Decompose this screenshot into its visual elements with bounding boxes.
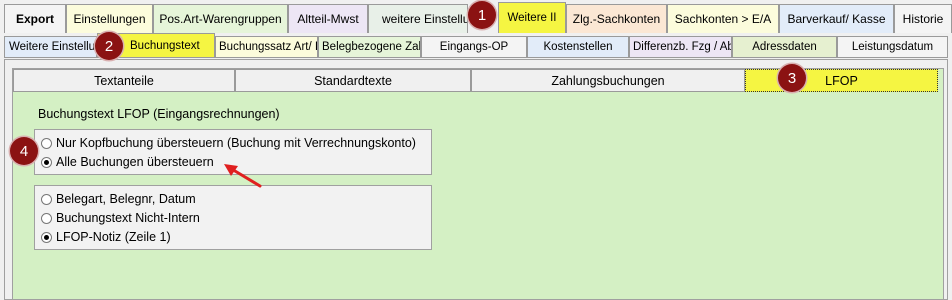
radio-button[interactable]	[41, 212, 52, 224]
radio-button[interactable]	[41, 193, 52, 205]
tab-label: Weitere Einstellu	[9, 41, 96, 53]
radio-label: LFOP-Notiz (Zeile 1)	[56, 230, 171, 244]
tab-differenzb[interactable]: Differenzb. Fzg / Ab	[629, 36, 732, 58]
tab-eingangs-op[interactable]: Eingangs-OP	[421, 36, 527, 58]
tab-label: Leistungsdatum	[851, 41, 934, 53]
subtab-textanteile[interactable]: Textanteile	[13, 69, 235, 92]
callout-badge-2: 2	[95, 32, 123, 60]
tab-label: Adressdaten	[752, 41, 817, 53]
tab-weitere-ii[interactable]: Weitere II	[498, 2, 566, 33]
tab-altteil-mwst[interactable]: Altteil-Mwst	[288, 4, 368, 33]
tab-adressdaten[interactable]: Adressdaten	[732, 36, 837, 58]
tab-zlg-sachkonten[interactable]: Zlg.-Sachkonten	[566, 4, 667, 33]
tab-barverkauf-kasse[interactable]: Barverkauf/ Kasse	[779, 4, 894, 33]
callout-badge-3: 3	[778, 64, 806, 92]
radio-buchungstext-nicht-intern[interactable]: Buchungstext Nicht-Intern	[41, 211, 200, 225]
radio-belegart[interactable]: Belegart, Belegnr, Datum	[41, 192, 196, 206]
tab-einstellungen[interactable]: Einstellungen	[66, 4, 153, 33]
radio-lfop-notiz[interactable]: LFOP-Notiz (Zeile 1)	[41, 230, 171, 244]
radio-label: Nur Kopfbuchung übersteuern (Buchung mit…	[56, 136, 416, 150]
tab-sachkonten-ea[interactable]: Sachkonten > E/A	[667, 4, 779, 33]
section-title: Buchungstext LFOP (Eingangsrechnungen)	[38, 107, 280, 121]
tab-weitere-einstellungen-2[interactable]: Weitere Einstellu	[4, 36, 97, 58]
tab-export[interactable]: Export	[4, 4, 66, 33]
subtab-zahlungsbuchungen[interactable]: Zahlungsbuchungen	[471, 69, 745, 92]
sub-tab-bar: Weitere Einstellu Buchungstext Buchungss…	[0, 33, 952, 59]
tab-belegbezogene[interactable]: Belegbezogene Zah	[318, 36, 421, 58]
buchungstext-panel	[12, 68, 944, 300]
radio-label: Buchungstext Nicht-Intern	[56, 211, 200, 225]
callout-badge-4: 4	[10, 137, 38, 165]
tab-label: Kostenstellen	[543, 41, 613, 53]
radio-label: Alle Buchungen übersteuern	[56, 155, 214, 169]
radio-button-checked[interactable]	[41, 231, 52, 243]
tab-leistungsdatum[interactable]: Leistungsdatum	[837, 36, 948, 58]
tab-label: Buchungssatz Art/ Ir	[219, 41, 317, 53]
tab-label: Belegbezogene Zah	[322, 41, 420, 53]
tab-kostenstellen[interactable]: Kostenstellen	[527, 36, 629, 58]
callout-badge-1: 1	[468, 1, 496, 29]
tab-weitere-einstellungen[interactable]: weitere Einstellun	[368, 4, 468, 33]
radio-label: Belegart, Belegnr, Datum	[56, 192, 196, 206]
tab-buchungssatz[interactable]: Buchungssatz Art/ Ir	[215, 36, 318, 58]
subtab-standardtexte[interactable]: Standardtexte	[235, 69, 471, 92]
tab-label: Buchungstext	[130, 39, 200, 52]
subtab-lfop[interactable]: LFOP	[745, 69, 938, 92]
tab-label: Eingangs-OP	[439, 41, 509, 53]
radio-button[interactable]	[41, 137, 52, 149]
radio-nur-kopfbuchung[interactable]: Nur Kopfbuchung übersteuern (Buchung mit…	[41, 136, 416, 150]
tab-label: Differenzb. Fzg / Ab	[633, 41, 731, 53]
arrow-icon	[224, 164, 262, 188]
radio-button-checked[interactable]	[41, 156, 52, 168]
radio-alle-buchungen[interactable]: Alle Buchungen übersteuern	[41, 155, 214, 169]
tab-historie[interactable]: Historie	[894, 4, 952, 33]
tab-pos-art-warengruppen[interactable]: Pos.Art-Warengruppen	[153, 4, 288, 33]
